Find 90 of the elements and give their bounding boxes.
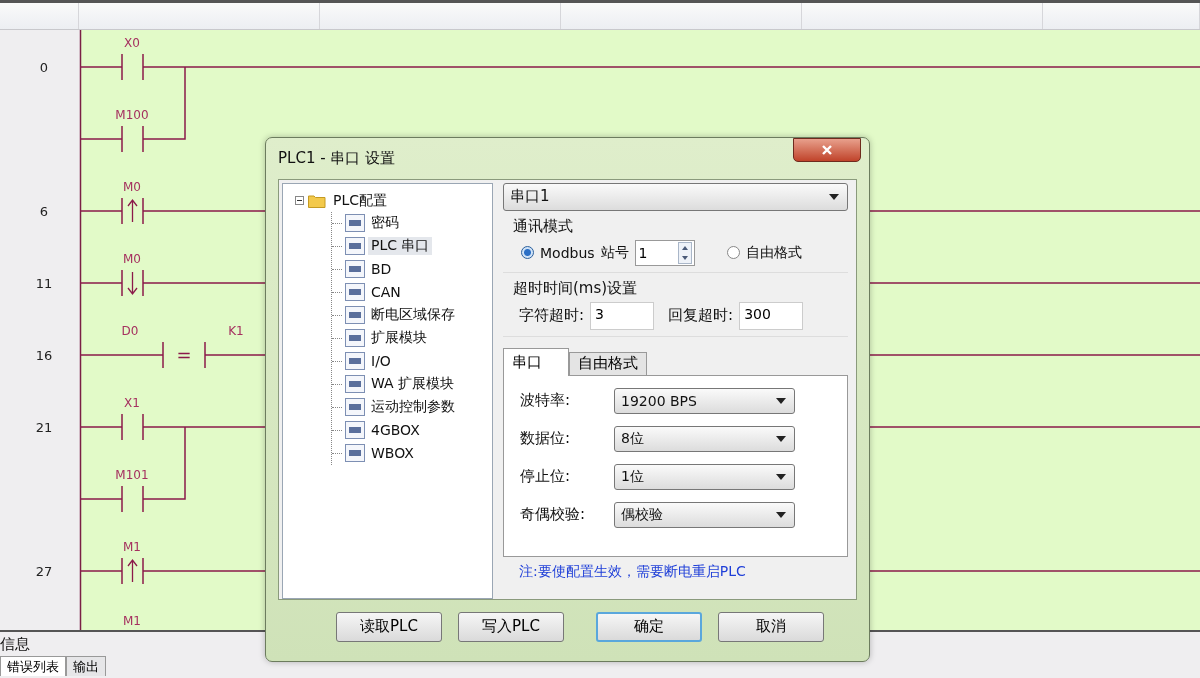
tree-item[interactable]: PLC 串口 bbox=[368, 237, 433, 256]
setting-label: 停止位: bbox=[520, 467, 572, 487]
device-label: X0 bbox=[124, 36, 140, 50]
module-icon bbox=[345, 444, 365, 463]
collapse-icon[interactable] bbox=[295, 196, 304, 206]
module-icon bbox=[345, 237, 365, 256]
step-number: 27 bbox=[35, 564, 53, 579]
module-icon bbox=[345, 214, 365, 233]
caret-icon bbox=[776, 435, 786, 442]
device-label: X1 bbox=[124, 396, 140, 410]
tree-item[interactable]: 扩展模块 bbox=[368, 329, 430, 348]
contact-symbol bbox=[121, 413, 144, 441]
radio-label: Modbus bbox=[540, 244, 595, 261]
panel-title: 信息 bbox=[0, 634, 31, 655]
caret-icon bbox=[776, 473, 786, 480]
dialog-button[interactable]: 写入PLC bbox=[458, 611, 564, 642]
close-button[interactable] bbox=[793, 138, 861, 163]
step-number: 6 bbox=[39, 204, 49, 219]
module-icon bbox=[345, 329, 365, 348]
caret-icon bbox=[776, 397, 786, 404]
device-label: M1 bbox=[123, 614, 141, 628]
tree-item[interactable]: BD bbox=[368, 261, 395, 278]
group-title: 通讯模式 bbox=[513, 216, 574, 236]
dialog-button[interactable]: 取消 bbox=[718, 611, 824, 642]
setting-dropdown[interactable]: 19200 BPS bbox=[614, 387, 795, 414]
module-icon bbox=[345, 398, 365, 417]
step-number: 11 bbox=[35, 276, 53, 291]
group-title: 超时时间(ms)设置 bbox=[513, 278, 639, 298]
tree-item[interactable]: WBOX bbox=[368, 445, 417, 462]
tree-item[interactable]: 4GBOX bbox=[368, 422, 423, 439]
field-label: 回复超时: bbox=[668, 306, 734, 326]
station-label: 站号 bbox=[600, 243, 629, 262]
step-number: 0 bbox=[39, 60, 49, 75]
operator: = bbox=[176, 344, 192, 365]
setting-label: 数据位: bbox=[520, 429, 572, 449]
module-icon bbox=[345, 306, 365, 325]
tree-item[interactable]: I/O bbox=[368, 353, 394, 370]
contact-symbol bbox=[121, 53, 144, 81]
setting-dropdown[interactable]: 1位 bbox=[614, 463, 795, 490]
close-icon bbox=[821, 145, 833, 156]
dialog-button[interactable]: 确定 bbox=[596, 611, 702, 642]
radio-button[interactable] bbox=[521, 246, 534, 260]
contact-symbol bbox=[121, 485, 144, 513]
folder-icon bbox=[308, 193, 326, 208]
input-field[interactable]: 300 bbox=[739, 301, 804, 330]
caret-icon bbox=[776, 511, 786, 518]
device-label: M0 bbox=[123, 180, 141, 194]
step-number: 16 bbox=[35, 348, 53, 363]
module-icon bbox=[345, 260, 365, 279]
station-spinbox[interactable]: 1 bbox=[634, 239, 695, 266]
tree-item[interactable]: 密码 bbox=[368, 214, 402, 233]
panel-tab[interactable]: 错误列表 bbox=[0, 656, 66, 676]
input-field[interactable]: 3 bbox=[590, 301, 655, 330]
field-label: 字符超时: bbox=[519, 306, 585, 326]
radio-button[interactable] bbox=[726, 246, 740, 260]
tree-item[interactable]: CAN bbox=[368, 284, 404, 301]
window-title: PLC1 - 串口 设置 bbox=[278, 149, 396, 168]
module-icon bbox=[345, 283, 365, 302]
setting-dropdown[interactable]: 偶校验 bbox=[614, 501, 795, 528]
device-label: K1 bbox=[228, 324, 244, 338]
panel-tab[interactable]: 输出 bbox=[66, 656, 106, 676]
module-icon bbox=[345, 421, 365, 440]
device-label: M0 bbox=[123, 252, 141, 266]
tree-item[interactable]: 断电区域保存 bbox=[368, 306, 458, 325]
setting-dropdown[interactable]: 8位 bbox=[614, 425, 795, 452]
tree-item[interactable]: 运动控制参数 bbox=[368, 398, 458, 417]
tab[interactable]: 串口 bbox=[503, 347, 569, 376]
setting-label: 波特率: bbox=[520, 391, 572, 411]
contact-symbol bbox=[121, 125, 144, 153]
note-text: 注:要使配置生效，需要断电重启PLC bbox=[518, 561, 747, 581]
setting-label: 奇偶校验: bbox=[520, 505, 587, 525]
contact-symbol bbox=[121, 269, 144, 297]
device-label: D0 bbox=[121, 324, 139, 338]
device-label: M1 bbox=[123, 540, 141, 554]
module-icon bbox=[345, 375, 365, 394]
contact-symbol bbox=[121, 557, 144, 585]
device-label: M100 bbox=[115, 108, 149, 122]
module-icon bbox=[345, 352, 365, 371]
port-dropdown[interactable]: 串口1 bbox=[503, 182, 848, 211]
tab[interactable]: 自由格式 bbox=[569, 351, 647, 375]
step-number: 21 bbox=[35, 420, 53, 435]
radio-label: 自由格式 bbox=[745, 243, 802, 262]
device-label: M101 bbox=[115, 468, 149, 482]
spin-arrows-icon bbox=[677, 241, 692, 264]
dialog-button[interactable]: 读取PLC bbox=[336, 611, 442, 642]
tree-item[interactable]: WA 扩展模块 bbox=[368, 375, 458, 394]
caret-icon bbox=[829, 193, 839, 200]
compare-contact bbox=[162, 341, 206, 369]
contact-symbol bbox=[121, 197, 144, 225]
tree-item[interactable]: PLC配置 bbox=[330, 191, 391, 210]
